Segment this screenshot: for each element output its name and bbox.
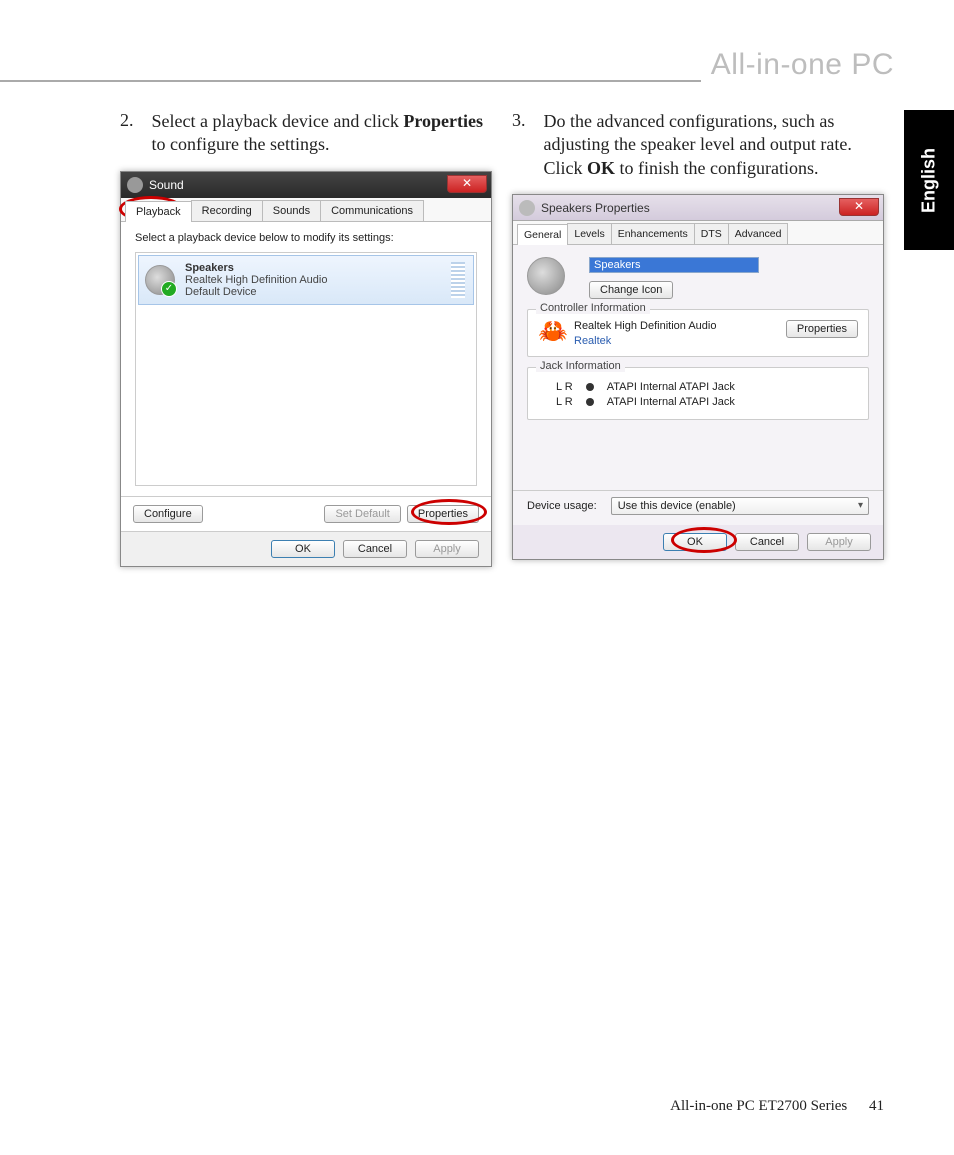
device-row-speakers[interactable]: ✓ Speakers Realtek High Definition Audio… [138, 255, 474, 305]
speaker-small-icon [519, 200, 535, 216]
step-number: 3. [512, 110, 526, 180]
device-status: Default Device [185, 286, 327, 298]
tab-advanced[interactable]: Advanced [728, 223, 789, 244]
page-number: 41 [869, 1098, 884, 1114]
sound-dialog-buttons: OK Cancel Apply [121, 532, 491, 566]
set-default-button[interactable]: Set Default [324, 505, 400, 523]
jack-lr: L R [556, 381, 573, 393]
controller-vendor: Realtek [574, 335, 716, 347]
jack-info-group: Jack Information L R ATAPI Internal ATAP… [527, 367, 869, 420]
speaker-large-icon [527, 257, 565, 295]
device-usage-row: Device usage: Use this device (enable) [513, 491, 883, 525]
realtek-crab-icon: 🦀 [538, 320, 566, 348]
tab-recording[interactable]: Recording [191, 200, 263, 221]
sound-titlebar[interactable]: Sound ✕ [121, 172, 491, 198]
tab-general[interactable]: General [517, 224, 568, 245]
level-meter-icon [451, 262, 465, 298]
speakers-properties-dialog: Speakers Properties ✕ General Levels Enh… [512, 194, 884, 560]
close-icon[interactable]: ✕ [839, 198, 879, 216]
step2-pre: Select a playback device and click [152, 111, 404, 131]
device-text: Speakers Realtek High Definition Audio D… [185, 262, 327, 298]
cancel-button[interactable]: Cancel [343, 540, 407, 558]
step2-post: to configure the settings. [152, 134, 330, 154]
sound-title: Sound [149, 178, 184, 192]
tab-sounds[interactable]: Sounds [262, 200, 321, 221]
device-driver: Realtek High Definition Audio [185, 274, 327, 286]
device-list[interactable]: ✓ Speakers Realtek High Definition Audio… [135, 252, 477, 486]
speaker-icon: ✓ [145, 265, 175, 295]
sound-icon [127, 177, 143, 193]
props-titlebar[interactable]: Speakers Properties ✕ [513, 195, 883, 221]
controller-properties-button[interactable]: Properties [786, 320, 858, 338]
props-tabs: General Levels Enhancements DTS Advanced [513, 221, 883, 245]
apply-button[interactable]: Apply [415, 540, 479, 558]
step3-bold: OK [587, 158, 615, 178]
check-icon: ✓ [161, 281, 177, 297]
sound-tabs: Playback Recording Sounds Communications [121, 198, 491, 222]
props-title: Speakers Properties [541, 201, 650, 215]
language-tab: English [904, 110, 954, 250]
props-body: Speakers Change Icon Controller Informat… [513, 245, 883, 491]
jack-entry2: ATAPI Internal ATAPI Jack [607, 396, 735, 408]
tab-levels[interactable]: Levels [567, 223, 611, 244]
ok-button[interactable]: OK [663, 533, 727, 551]
jack-row-1: L R ATAPI Internal ATAPI Jack [556, 381, 858, 393]
jack-lr2: L R [556, 396, 573, 408]
usage-select[interactable]: Use this device (enable) [611, 497, 869, 515]
jack-dot-icon [586, 398, 594, 406]
controller-info-group: Controller Information 🦀 Realtek High De… [527, 309, 869, 357]
tab-communications[interactable]: Communications [320, 200, 424, 221]
controller-name: Realtek High Definition Audio [574, 320, 716, 332]
usage-label: Device usage: [527, 500, 597, 512]
step3-post: to finish the configurations. [615, 158, 818, 178]
step-number: 2. [120, 110, 134, 157]
tab-playback[interactable]: Playback [125, 201, 192, 222]
sound-instruction: Select a playback device below to modify… [135, 232, 477, 244]
device-name: Speakers [185, 262, 327, 274]
properties-button[interactable]: Properties [407, 505, 479, 523]
footer-text: All-in-one PC ET2700 Series [670, 1098, 847, 1114]
configure-button[interactable]: Configure [133, 505, 203, 523]
step-text: Do the advanced configurations, such as … [544, 110, 885, 180]
device-name-field[interactable]: Speakers [589, 257, 759, 273]
jack-group-title: Jack Information [536, 360, 625, 372]
step2-bold: Properties [403, 111, 483, 131]
apply-button[interactable]: Apply [807, 533, 871, 551]
sound-body: Select a playback device below to modify… [121, 222, 491, 497]
jack-dot-icon [586, 383, 594, 391]
props-dialog-buttons: OK Cancel Apply [513, 525, 883, 559]
ok-button[interactable]: OK [271, 540, 335, 558]
controller-group-title: Controller Information [536, 302, 650, 314]
tab-dts[interactable]: DTS [694, 223, 729, 244]
sound-dialog: Sound ✕ Playback Recording Sounds Commun… [120, 171, 492, 567]
page-footer: All-in-one PC ET2700 Series 41 [670, 1098, 884, 1115]
page-title: All-in-one PC [701, 48, 894, 82]
step-text: Select a playback device and click Prope… [152, 110, 493, 157]
tab-enhancements[interactable]: Enhancements [611, 223, 695, 244]
cancel-button[interactable]: Cancel [735, 533, 799, 551]
close-icon[interactable]: ✕ [447, 175, 487, 193]
jack-entry: ATAPI Internal ATAPI Jack [607, 381, 735, 393]
jack-row-2: L R ATAPI Internal ATAPI Jack [556, 396, 858, 408]
change-icon-button[interactable]: Change Icon [589, 281, 673, 299]
sound-mid-buttons: Configure Set Default Properties [121, 497, 491, 532]
